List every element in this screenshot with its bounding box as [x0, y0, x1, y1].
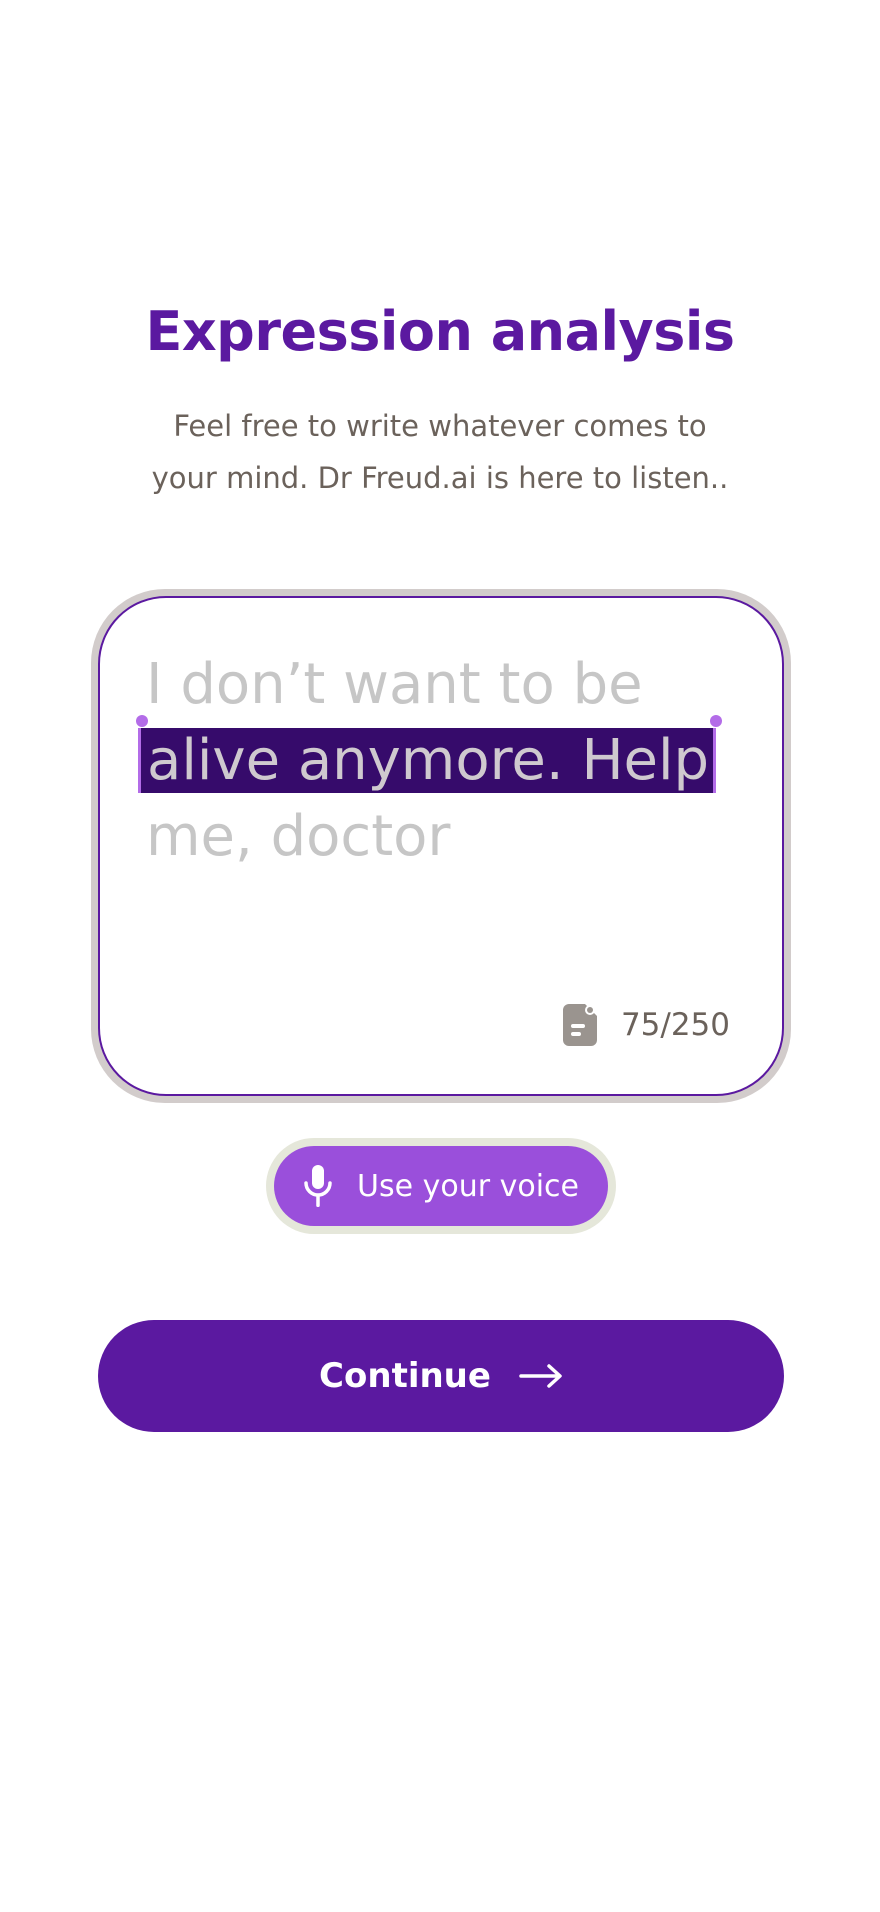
- character-count: 75/250: [620, 1007, 730, 1043]
- arrow-right-icon: [519, 1364, 562, 1388]
- text-selection[interactable]: alive anymore. Help: [136, 715, 723, 799]
- use-voice-label: Use your voice: [357, 1168, 579, 1204]
- use-voice-button[interactable]: Use your voice: [274, 1146, 608, 1226]
- text-line-selected-wrap: alive anymore. Help: [136, 715, 726, 799]
- selection-end-handle[interactable]: [710, 715, 723, 727]
- character-counter: 75/250: [562, 1004, 730, 1046]
- text-line: I don’t want to be: [146, 652, 643, 717]
- expression-text-input[interactable]: I don’t want to be alive anymore. Help m…: [136, 647, 726, 875]
- page-title: Expression analysis: [145, 300, 735, 363]
- continue-button[interactable]: Continue: [98, 1320, 784, 1432]
- microphone-icon: [304, 1165, 332, 1207]
- selected-text: alive anymore. Help: [138, 728, 717, 793]
- document-icon: [562, 1004, 597, 1046]
- selection-start-handle[interactable]: [136, 715, 148, 727]
- page-subtitle: Feel free to write whatever comes to you…: [151, 409, 729, 495]
- continue-label: Continue: [319, 1356, 491, 1396]
- text-line: me, doctor: [146, 804, 451, 869]
